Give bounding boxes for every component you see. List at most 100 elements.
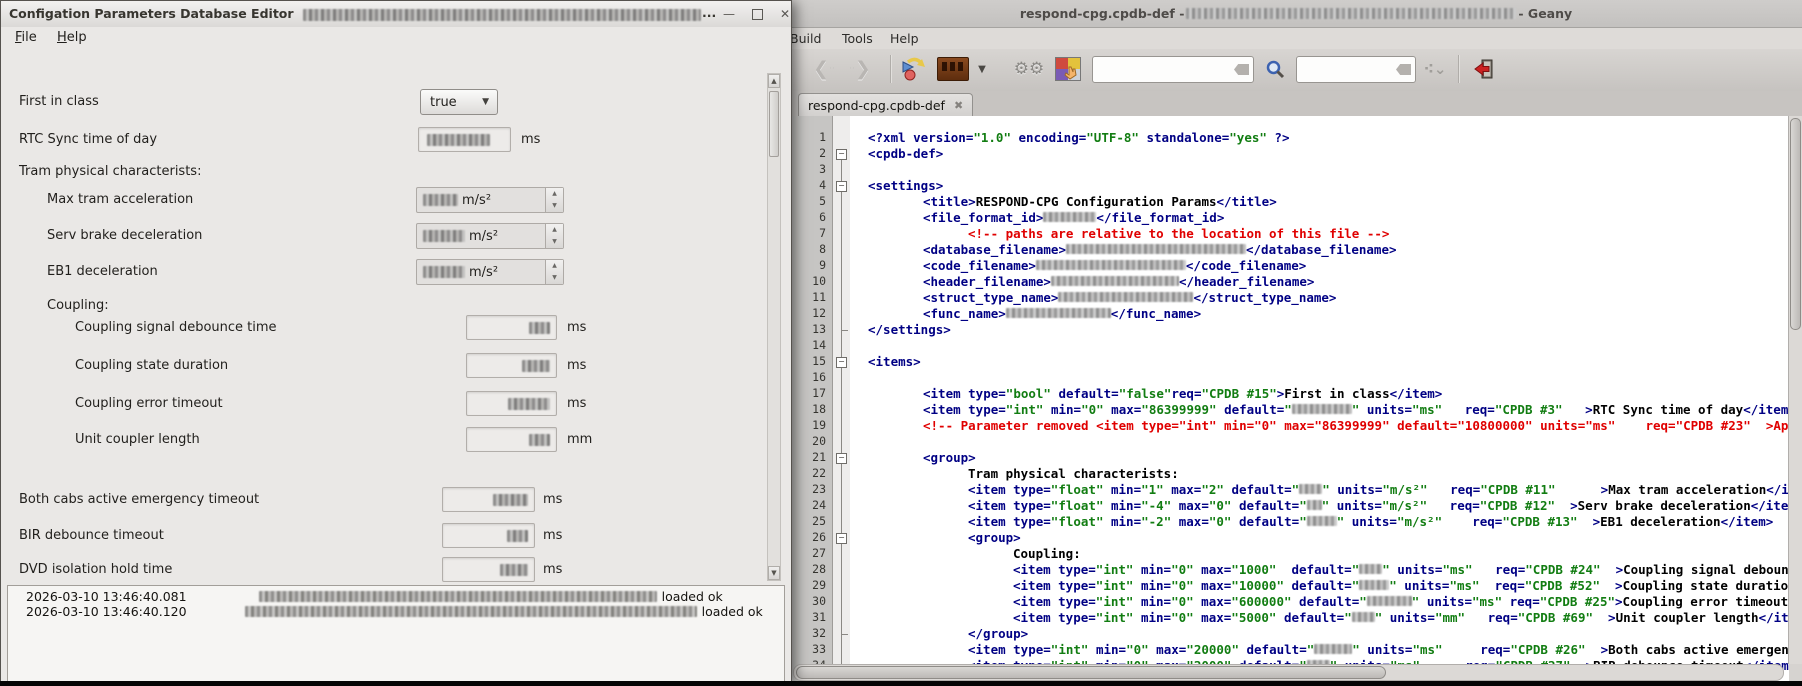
editor-vertical-scrollbar[interactable] bbox=[1788, 116, 1802, 664]
code-line-22[interactable]: Tram physical characterists: bbox=[850, 466, 1789, 482]
spinner-buttons[interactable]: ▲▼ bbox=[545, 188, 563, 212]
code-line-20[interactable] bbox=[850, 434, 1789, 450]
maximize-icon[interactable] bbox=[748, 6, 766, 22]
select-first-in-class[interactable]: true▼ bbox=[420, 89, 498, 115]
code-line-24[interactable]: <item type="float" min="-4" max="0" defa… bbox=[850, 498, 1789, 514]
fold-collapse-icon[interactable]: − bbox=[836, 149, 847, 160]
code-line-2[interactable]: <cpdb-def> bbox=[850, 146, 1789, 162]
build-dropdown-icon[interactable]: ▼ bbox=[974, 54, 990, 84]
forward-icon[interactable]: ··❯ bbox=[844, 54, 876, 84]
goto-line-input[interactable] bbox=[1296, 56, 1416, 83]
code-line-14[interactable] bbox=[850, 338, 1789, 354]
search-input[interactable] bbox=[1092, 56, 1254, 83]
fold-margin[interactable]: − − − − − bbox=[833, 116, 850, 686]
code-line-15[interactable]: <items> bbox=[850, 354, 1789, 370]
scroll-down-icon[interactable]: ▼ bbox=[768, 566, 780, 580]
code-line-6[interactable]: <file_format_id></file_format_id> bbox=[850, 210, 1789, 226]
label-dvd-isolation-hold-time: DVD isolation hold time bbox=[19, 562, 172, 577]
code-line-23[interactable]: <item type="float" min="1" max="2" defau… bbox=[850, 482, 1789, 498]
fold-collapse-icon[interactable]: − bbox=[836, 181, 847, 192]
preferences-gear-icon[interactable]: ⚙⚙ bbox=[1012, 54, 1046, 84]
editor-horizontal-scrollbar[interactable] bbox=[793, 664, 1784, 681]
line-number: 12 bbox=[792, 306, 826, 320]
code-line-10[interactable]: <header_filename></header_filename> bbox=[850, 274, 1789, 290]
entry-dvd-isolation-hold-time[interactable] bbox=[442, 557, 535, 582]
jump-to-icon[interactable]: ⁖⌄ bbox=[1420, 54, 1450, 84]
fold-collapse-icon[interactable]: − bbox=[836, 357, 847, 368]
redacted-value bbox=[1292, 404, 1352, 414]
spinbox-eb1-deceleration[interactable]: m/s²▲▼ bbox=[416, 259, 564, 285]
spinner-buttons[interactable]: ▲▼ bbox=[545, 224, 563, 248]
tab-respond-cpg[interactable]: respond-cpg.cpdb-def ✖ bbox=[798, 93, 973, 117]
code-line-18[interactable]: <item type="int" min="0" max="86399999" … bbox=[850, 402, 1789, 418]
redacted-value bbox=[1307, 516, 1337, 526]
geany-window: respond-cpg.cpdb-def - - Geany Build Tool… bbox=[790, 0, 1802, 686]
code-line-3[interactable] bbox=[850, 162, 1789, 178]
code-line-17[interactable]: <item type="bool" default="false"req="CP… bbox=[850, 386, 1789, 402]
search-icon[interactable] bbox=[1260, 54, 1290, 84]
fold-collapse-icon[interactable]: − bbox=[836, 533, 847, 544]
code-line-9[interactable]: <code_filename></code_filename> bbox=[850, 258, 1789, 274]
code-editor[interactable]: 1234567891011121314151617181920212223242… bbox=[790, 116, 1789, 686]
minimize-icon[interactable]: — bbox=[720, 6, 738, 22]
entry-bir-debounce-timeout[interactable] bbox=[442, 523, 535, 548]
code-line-25[interactable]: <item type="float" min="-2" max="0" defa… bbox=[850, 514, 1789, 530]
spinbox-max-tram-acceleration[interactable]: m/s²▲▼ bbox=[416, 187, 564, 213]
code-line-21[interactable]: <group> bbox=[850, 450, 1789, 466]
entry-coupling-signal-debounce-time[interactable] bbox=[466, 315, 557, 340]
quit-icon[interactable] bbox=[1468, 54, 1502, 84]
code-line-5[interactable]: <title>RESPOND-CPG Configuration Params<… bbox=[850, 194, 1789, 210]
menu-help[interactable]: Help bbox=[53, 27, 91, 49]
spinbox-serv-brake-deceleration[interactable]: m/s²▲▼ bbox=[416, 223, 564, 249]
menu-build[interactable]: Build bbox=[790, 28, 827, 49]
code-line-11[interactable]: <struct_type_name></struct_type_name> bbox=[850, 290, 1789, 306]
entry-rtc-sync-time-of-day[interactable] bbox=[418, 127, 511, 152]
code-line-13[interactable]: </settings> bbox=[850, 322, 1789, 338]
scroll-up-icon[interactable]: ▲ bbox=[768, 74, 780, 88]
redacted-value bbox=[507, 530, 528, 542]
entry-both-cabs-active-emergency-timeout[interactable] bbox=[442, 487, 535, 512]
code-line-33[interactable]: <item type="int" min="0" max="20000" def… bbox=[850, 642, 1789, 658]
entry-coupling-state-duration[interactable] bbox=[466, 353, 557, 378]
entry-unit-coupler-length[interactable] bbox=[466, 427, 557, 452]
log-panel[interactable]: 2026-03-10 13:46:40.081loaded ok2026-03-… bbox=[7, 585, 785, 681]
geany-title-path-redacted bbox=[1186, 8, 1516, 19]
code-line-1[interactable]: <?xml version="1.0" encoding="UTF-8" sta… bbox=[850, 130, 1789, 146]
code-line-30[interactable]: <item type="int" min="0" max="600000" de… bbox=[850, 594, 1789, 610]
code-line-29[interactable]: <item type="int" min="0" max="10000" def… bbox=[850, 578, 1789, 594]
compile-icon[interactable] bbox=[896, 54, 930, 84]
code-line-8[interactable]: <database_filename></database_filename> bbox=[850, 242, 1789, 258]
cpdb-titlebar[interactable]: Configation Parameters Database Editor .… bbox=[1, 1, 791, 28]
code-line-32[interactable]: </group> bbox=[850, 626, 1789, 642]
label-coupling-state-duration: Coupling state duration bbox=[75, 358, 228, 373]
clear-search-icon[interactable] bbox=[1234, 64, 1249, 75]
back-icon[interactable]: ❮·· bbox=[808, 54, 840, 84]
code-line-12[interactable]: <func_name></func_name> bbox=[850, 306, 1789, 322]
code-line-31[interactable]: <item type="int" min="0" max="5000" defa… bbox=[850, 610, 1789, 626]
menu-help[interactable]: Help bbox=[884, 28, 925, 49]
color-chooser-icon[interactable] bbox=[1052, 54, 1084, 84]
redacted-value bbox=[529, 322, 550, 334]
code-line-26[interactable]: <group> bbox=[850, 530, 1789, 546]
line-number: 2 bbox=[792, 146, 826, 160]
scroll-thumb[interactable] bbox=[769, 91, 779, 157]
menu-file[interactable]: File bbox=[11, 27, 41, 49]
code-line-27[interactable]: Coupling: bbox=[850, 546, 1789, 562]
hscroll-thumb[interactable] bbox=[796, 666, 1386, 679]
code-line-7[interactable]: <!-- paths are relative to the location … bbox=[850, 226, 1789, 242]
form-vertical-scrollbar[interactable]: ▲ ▼ bbox=[767, 73, 781, 581]
menu-tools[interactable]: Tools bbox=[836, 28, 879, 49]
spinner-buttons[interactable]: ▲▼ bbox=[545, 260, 563, 284]
clear-goto-icon[interactable] bbox=[1396, 64, 1411, 75]
code-line-4[interactable]: <settings> bbox=[850, 178, 1789, 194]
tab-close-icon[interactable]: ✖ bbox=[954, 99, 963, 112]
close-icon[interactable]: ✕ bbox=[776, 6, 792, 22]
entry-coupling-error-timeout[interactable] bbox=[466, 391, 557, 416]
code-area[interactable]: <?xml version="1.0" encoding="UTF-8" sta… bbox=[850, 116, 1789, 686]
fold-collapse-icon[interactable]: − bbox=[836, 453, 847, 464]
code-line-28[interactable]: <item type="int" min="0" max="1000" defa… bbox=[850, 562, 1789, 578]
code-line-19[interactable]: <!-- Parameter removed <item type="int" … bbox=[850, 418, 1789, 434]
build-icon[interactable] bbox=[936, 54, 970, 84]
code-line-16[interactable] bbox=[850, 370, 1789, 386]
geany-titlebar[interactable]: respond-cpg.cpdb-def - - Geany bbox=[790, 0, 1802, 28]
